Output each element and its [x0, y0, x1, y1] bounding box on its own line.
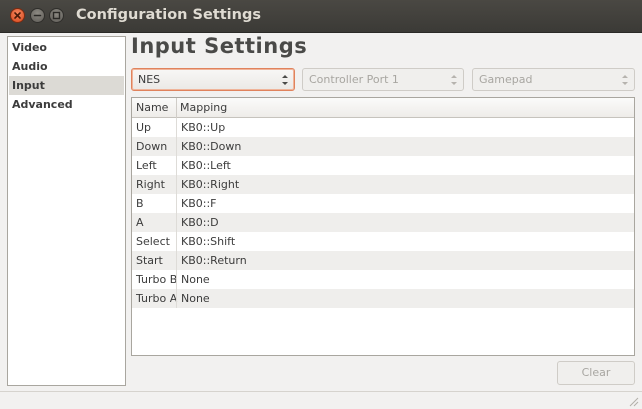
- cell-input-name: Up: [136, 121, 152, 134]
- table-row[interactable]: A KB0::D: [132, 213, 634, 232]
- cell-mapping: KB0::Right: [181, 178, 240, 191]
- cell-input-name: Select: [136, 235, 170, 248]
- controller-port-value: Controller Port 1: [309, 73, 399, 86]
- close-icon: [14, 12, 21, 19]
- cell-mapping: None: [181, 273, 210, 286]
- window-title: Configuration Settings: [76, 7, 261, 23]
- cell-mapping: KB0::D: [181, 216, 219, 229]
- cell-mapping: KB0::Shift: [181, 235, 236, 248]
- cell-input-name: Start: [136, 254, 163, 267]
- cell-input-name: A: [136, 216, 144, 229]
- sidebar-item-input[interactable]: Input: [9, 76, 124, 95]
- title-bar: Configuration Settings: [0, 0, 642, 33]
- maximize-window-button[interactable]: [49, 8, 64, 23]
- minimize-window-button[interactable]: [30, 8, 45, 23]
- updown-arrows-icon: [622, 75, 628, 85]
- clear-button[interactable]: Clear: [557, 361, 635, 385]
- table-row[interactable]: Down KB0::Down: [132, 137, 634, 156]
- cell-input-name: B: [136, 197, 144, 210]
- table-row[interactable]: Left KB0::Left: [132, 156, 634, 175]
- system-select-value: NES: [138, 73, 161, 86]
- cell-mapping: KB0::Down: [181, 140, 242, 153]
- column-header-name[interactable]: Name: [136, 101, 168, 114]
- column-divider: [176, 118, 177, 308]
- controller-port-select[interactable]: Controller Port 1: [302, 68, 464, 91]
- table-row[interactable]: B KB0::F: [132, 194, 634, 213]
- table-row[interactable]: Turbo B None: [132, 270, 634, 289]
- sidebar-item-audio[interactable]: Audio: [9, 57, 124, 76]
- table-row[interactable]: Start KB0::Return: [132, 251, 634, 270]
- cell-mapping: KB0::F: [181, 197, 217, 210]
- column-header-mapping[interactable]: Mapping: [180, 101, 227, 114]
- input-mapping-table[interactable]: Name Mapping Up KB0::Up Down KB0::Down Left K…: [131, 97, 635, 356]
- cell-mapping: None: [181, 292, 210, 305]
- table-row[interactable]: Right KB0::Right: [132, 175, 634, 194]
- cell-input-name: Turbo A: [136, 292, 178, 305]
- table-row[interactable]: Up KB0::Up: [132, 118, 634, 137]
- settings-category-list[interactable]: Video Audio Input Advanced: [7, 36, 126, 386]
- cell-input-name: Right: [136, 178, 165, 191]
- table-header: Name Mapping: [132, 98, 634, 118]
- cell-mapping: KB0::Left: [181, 159, 231, 172]
- maximize-icon: [52, 11, 61, 20]
- close-window-button[interactable]: [10, 8, 25, 23]
- cell-input-name: Down: [136, 140, 168, 153]
- cell-mapping: KB0::Return: [181, 254, 247, 267]
- device-type-select[interactable]: Gamepad: [472, 68, 635, 91]
- cell-input-name: Turbo B: [136, 273, 178, 286]
- sidebar-item-video[interactable]: Video: [9, 38, 124, 57]
- page-title: Input Settings: [131, 34, 308, 58]
- cell-input-name: Left: [136, 159, 157, 172]
- status-bar: [0, 391, 642, 409]
- sidebar-item-advanced[interactable]: Advanced: [9, 95, 124, 114]
- table-row[interactable]: Turbo A None: [132, 289, 634, 308]
- cell-mapping: KB0::Up: [181, 121, 226, 134]
- updown-arrows-icon: [451, 75, 457, 85]
- updown-arrows-icon: [282, 75, 288, 85]
- table-row[interactable]: Select KB0::Shift: [132, 232, 634, 251]
- device-type-value: Gamepad: [479, 73, 533, 86]
- system-select[interactable]: NES: [131, 68, 295, 91]
- column-separator[interactable]: [176, 98, 177, 118]
- resize-grip-icon[interactable]: [627, 395, 639, 407]
- minimize-icon: [33, 14, 42, 17]
